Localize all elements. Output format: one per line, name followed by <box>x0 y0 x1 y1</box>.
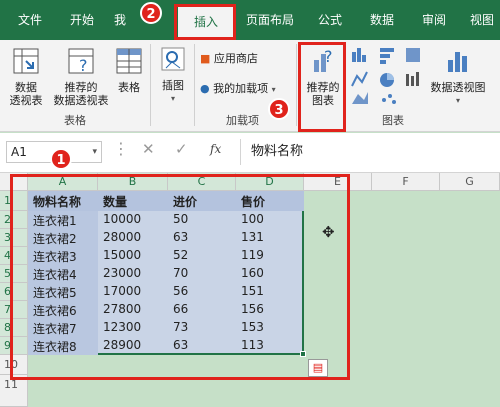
illustrations-label: 插图 <box>162 79 184 92</box>
ribbon-separator <box>150 44 151 126</box>
app-store-button[interactable]: ■ 应用商店 <box>200 52 286 65</box>
name-box-value: A1 <box>11 145 27 159</box>
group-addins-label: 加载项 <box>226 114 259 127</box>
pivot-chart-label: 数据透视图 <box>430 81 486 94</box>
store-icon: ■ <box>200 52 211 65</box>
column-header-g[interactable]: G <box>440 173 500 191</box>
illustrations-chevron-icon: ▾ <box>170 94 175 103</box>
group-charts-label: 图表 <box>382 114 404 127</box>
my-addins-label: 我的加载项 <box>213 82 269 95</box>
insert-function-icon[interactable]: fx <box>210 142 221 156</box>
ribbon-separator <box>296 44 297 126</box>
annotation-box-recommended-charts <box>298 42 346 132</box>
chart-types-gallery <box>350 46 424 109</box>
tab-formulas[interactable]: 公式 <box>308 0 352 40</box>
annotation-badge-1: 1 <box>50 148 72 170</box>
table-label: 表格 <box>118 81 140 94</box>
formula-more-icon: ⋮ <box>113 139 129 158</box>
illustrations-icon <box>161 47 185 71</box>
ribbon-tab-bar: 文件 开始 我 插入 页面布局 公式 数据 审阅 视图 <box>0 0 500 40</box>
table-button[interactable]: 表格 <box>112 46 146 94</box>
recommended-pivot-button[interactable]: ? 推荐的 数据透视表 <box>50 46 112 107</box>
annotation-badge-2: 2 <box>140 2 162 24</box>
ribbon-insert: 数据 透视表 ? 推荐的 数据透视表 表格 表格 插图 ▾ ■ 应用商店 ● 我… <box>0 40 500 132</box>
pivot-table-icon <box>13 48 39 74</box>
annotation-box-insert-tab <box>174 4 236 40</box>
my-addins-chevron-icon: ▾ <box>271 85 276 94</box>
my-addins-button[interactable]: ● 我的加载项 ▾ <box>200 82 296 96</box>
tab-review[interactable]: 审阅 <box>412 0 456 40</box>
formula-input[interactable]: 物料名称 <box>240 139 495 165</box>
tab-home[interactable]: 开始 <box>60 0 104 40</box>
annotation-badge-3: 3 <box>268 98 290 120</box>
pivot-chart-icon <box>448 52 467 72</box>
recommended-pivot-icon: ? <box>68 48 94 75</box>
formula-bar: A1 ▾ ⋮ ✕ ✓ fx 物料名称 <box>0 133 500 173</box>
chart-type-icons <box>351 48 420 104</box>
enter-icon[interactable]: ✓ <box>175 140 188 158</box>
name-box-chevron-icon[interactable]: ▾ <box>92 142 97 162</box>
annotation-box-data <box>10 174 350 380</box>
pivot-table-button[interactable]: 数据 透视表 <box>4 46 48 107</box>
tab-file[interactable]: 文件 <box>8 0 52 40</box>
svg-text:?: ? <box>79 56 88 75</box>
column-header-f[interactable]: F <box>372 173 440 191</box>
group-tables-label: 表格 <box>64 114 86 127</box>
tab-view[interactable]: 视图 <box>462 0 500 40</box>
illustrations-button[interactable]: 插图 ▾ <box>156 44 190 105</box>
app-store-label: 应用商店 <box>213 52 258 65</box>
recommended-pivot-label: 推荐的 数据透视表 <box>53 81 109 107</box>
ribbon-separator <box>194 44 195 126</box>
tab-data[interactable]: 数据 <box>360 0 404 40</box>
pivot-chart-chevron-icon: ▾ <box>455 96 460 105</box>
cancel-icon[interactable]: ✕ <box>142 140 155 158</box>
tab-partial[interactable]: 我 <box>114 0 144 40</box>
addins-icon: ● <box>200 82 210 95</box>
tab-page-layout[interactable]: 页面布局 <box>240 0 300 40</box>
pivot-chart-button[interactable]: 数据透视图 ▾ <box>426 46 490 107</box>
pivot-table-label: 数据 透视表 <box>9 81 43 107</box>
table-icon <box>116 48 142 74</box>
